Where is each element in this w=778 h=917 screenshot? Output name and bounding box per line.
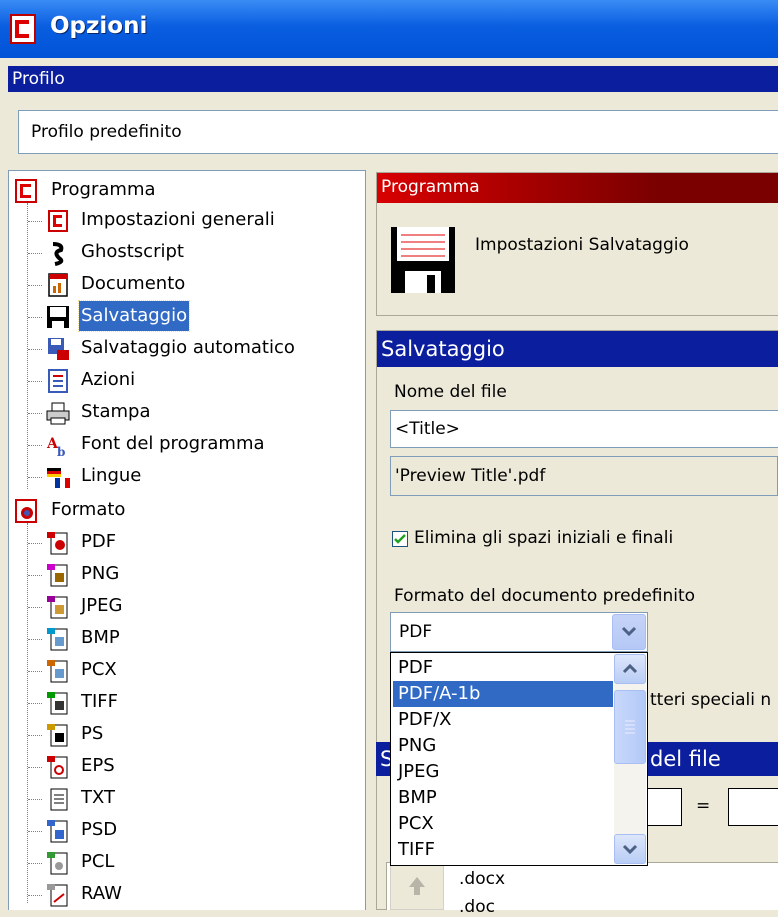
tree-item-label: TXT [81,787,116,808]
tree-item-label: Font del programma [81,433,265,454]
ghostscript-icon [52,242,64,266]
font-icon: A b [46,436,65,458]
format-option[interactable]: TIFF [393,837,613,863]
default-format-select[interactable]: PDF [390,612,648,652]
pdf-file-icon [47,532,68,555]
autosave-icon [48,338,69,360]
chevron-down-icon [621,626,637,637]
tiff-file-icon [47,692,68,715]
svg-text:b: b [57,445,65,458]
tree-item-label: RAW [81,883,122,904]
format-option[interactable]: PDF/X [393,707,613,733]
flags-icon [47,468,70,488]
title-bar: Opzioni [0,0,778,58]
printer-icon [46,402,70,425]
replace-to-input[interactable] [728,788,778,826]
raw-file-icon [47,884,68,907]
program-icon [15,179,37,203]
filename-preview: 'Preview Title'.pdf [390,456,778,496]
list-item[interactable]: .doc [459,897,495,917]
format-option[interactable]: BMP [393,785,613,811]
tree-item-label: PCX [81,659,117,680]
chevron-up-icon [622,663,638,674]
filename-label: Nome del file [394,382,507,402]
ps-file-icon [47,724,68,747]
tree-item-label: PNG [81,563,120,584]
floppy-disk-icon [391,227,455,293]
document-icon [48,273,68,297]
filename-input[interactable]: <Title> [390,410,778,448]
tree-item-label: PCL [81,851,115,872]
save-panel-header: Salvataggio [377,331,778,367]
tree-item-label: Azioni [81,369,136,390]
eps-file-icon [47,756,68,779]
floppy-disk-icon [47,306,69,328]
arrow-up-icon [409,877,425,895]
tree-item-label: Salvataggio [77,300,191,332]
bmp-file-icon [47,628,68,651]
tree-item-label: Salvataggio automatico [81,337,295,358]
format-option[interactable]: PDF [393,655,613,681]
default-format-label: Formato del documento predefinito [394,586,696,606]
trim-spaces-checkbox[interactable] [392,531,408,547]
tree-item-label: EPS [81,755,115,776]
tree-item-label: PSD [81,819,118,840]
tree-item-label: PS [81,723,104,744]
txt-file-icon [50,788,68,811]
chevron-down-icon [622,844,638,855]
tree-item-label: Lingue [81,465,142,486]
profile-header: Profilo [8,66,778,92]
format-option[interactable]: PNG [393,733,613,759]
profile-select[interactable]: Profilo predefinito [18,110,778,154]
tree-item-label: Ghostscript [81,241,184,262]
tree-item-label: TIFF [81,691,119,712]
format-dropdown-list[interactable]: PDF PDF/A-1b PDF/X PNG JPEG BMP PCX TIFF [390,652,648,866]
scroll-down-button[interactable] [614,834,646,864]
tree-item-label: BMP [81,627,120,648]
header-partial-label: del file [650,747,721,771]
format-option[interactable]: PCX [393,811,613,837]
options-tree[interactable]: Programma Impostazioni generali Ghostscr… [8,170,366,910]
format-icon [15,499,37,523]
special-chars-label-partial: tteri speciali n [650,690,772,710]
dropdown-button[interactable] [612,614,646,650]
png-file-icon [47,564,68,587]
format-option-highlighted[interactable]: PDF/A-1b [393,681,613,707]
tree-group-label: Programma [51,179,156,200]
app-icon [10,14,36,44]
program-panel: Programma Impostazioni Salvataggio [376,172,778,316]
pcx-file-icon [47,660,68,683]
tree-item-label: Documento [81,273,186,294]
tree-group-label: Formato [51,499,126,520]
program-panel-header: Programma [377,173,778,203]
checkmark-icon [394,534,406,544]
program-panel-label: Impostazioni Salvataggio [475,235,689,255]
tree-item-label: Impostazioni generali [81,209,275,230]
trim-spaces-label: Elimina gli spazi iniziali e finali [414,528,674,548]
scroll-up-button[interactable] [614,654,646,684]
extensions-list[interactable]: .docx .doc [386,862,778,917]
tree-item-label: PDF [81,531,117,552]
tree-item-label: JPEG [81,595,123,616]
tree-item-label: Stampa [81,401,151,422]
grip-icon [625,720,635,734]
format-option[interactable]: JPEG [393,759,613,785]
actions-icon [48,369,68,393]
default-format-value: PDF [399,622,433,642]
scrollbar-thumb[interactable] [614,690,646,764]
psd-file-icon [47,820,68,843]
list-item[interactable]: .docx [459,869,505,889]
equals-label: = [696,796,711,816]
replace-from-input[interactable] [646,788,682,826]
pcl-file-icon [47,852,68,875]
general-settings-icon [48,210,68,232]
window-title: Opzioni [50,13,148,39]
move-up-button[interactable] [390,864,444,910]
dropdown-scrollbar[interactable] [614,654,646,864]
jpeg-file-icon [47,596,68,619]
